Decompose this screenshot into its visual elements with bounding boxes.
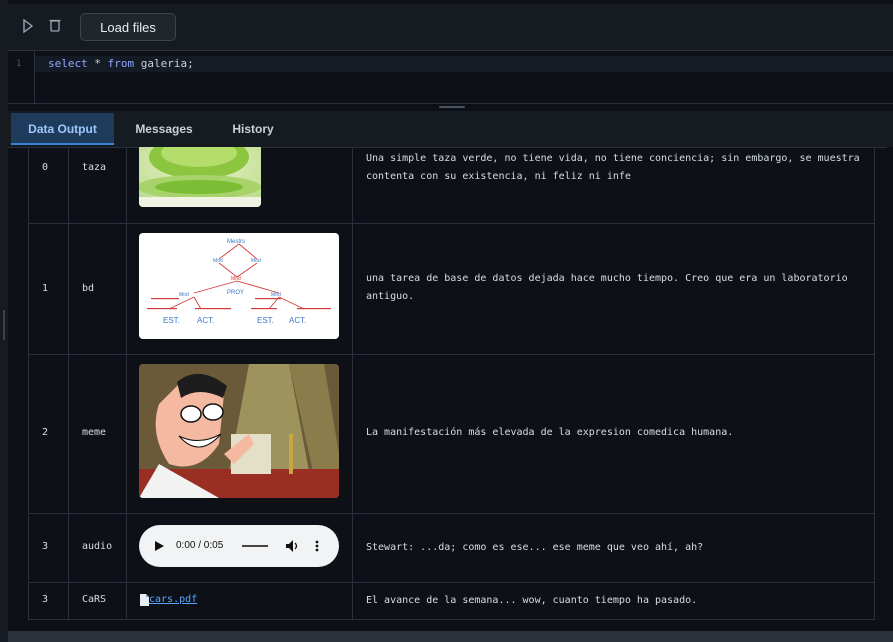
description-value: Una simple taza verde, no tiene vida, no… (366, 153, 860, 182)
name-value: taza (82, 162, 107, 173)
more-options-icon[interactable] (315, 540, 319, 552)
diagram-label: ACT. (289, 316, 306, 325)
line-gutter: 1 (8, 51, 35, 103)
vertical-scrollbar[interactable] (887, 147, 893, 631)
id-value: 2 (42, 427, 49, 438)
code-table: galeria; (134, 57, 194, 70)
diagram-label: EST. (257, 316, 274, 325)
diagram-label: Mod (271, 292, 281, 298)
name-cell: meme (69, 355, 127, 513)
load-files-button[interactable]: Load files (80, 13, 176, 41)
id-cell: 2 (29, 355, 69, 513)
cup-image[interactable] (139, 147, 261, 207)
tab-data-output[interactable]: Data Output (11, 113, 114, 145)
media-cell: Mestrs Mod Mod Mod PROY Mod Mod EST. ACT… (127, 224, 353, 354)
audio-time: 0:00 / 0:05 (176, 540, 224, 551)
name-cell: CaRS (69, 583, 127, 619)
sql-code[interactable]: select * from galeria; (48, 57, 194, 70)
name-value: CaRS (82, 594, 107, 605)
description-value: Stewart: ...da; como es ese... ese meme … (366, 542, 704, 553)
name-cell: bd (69, 224, 127, 354)
id-cell: 3 (29, 583, 69, 619)
description-cell: La manifestación más elevada de la expre… (353, 355, 874, 513)
results-tabs: Data Output Messages History (8, 111, 893, 148)
table-row: 1 bd Mestrs Mod Mod Mod PROY Mod Mod EST… (29, 224, 874, 355)
diagram-root-label: Mestrs (227, 239, 245, 245)
id-value: 3 (42, 594, 49, 605)
audio-progress[interactable] (242, 545, 268, 547)
sql-editor[interactable]: 1 select * from galeria; (8, 51, 893, 103)
name-cell: audio (69, 514, 127, 582)
diagram-label: Mod (231, 276, 241, 282)
description-value: El avance de la semana... wow, cuanto ti… (366, 595, 698, 606)
horizontal-scrollbar[interactable] (8, 631, 893, 642)
meme-image[interactable] (139, 364, 339, 498)
results-grid: 0 taza Una simple taza verde, no tiene v… (28, 147, 875, 620)
description-cell: Stewart: ...da; como es ese... ese meme … (353, 514, 874, 582)
table-row: 2 meme La manifestación más elevada de l… (29, 355, 874, 514)
id-cell: 1 (29, 224, 69, 354)
diagram-label: PROY (227, 290, 244, 296)
diagram-label: Mod (251, 258, 261, 264)
left-panel-edge (0, 0, 8, 642)
description-cell: una tarea de base de datos dejada hace m… (353, 224, 874, 354)
diagram-image[interactable]: Mestrs Mod Mod Mod PROY Mod Mod EST. ACT… (139, 233, 339, 339)
splitter-handle[interactable] (439, 106, 465, 108)
name-cell: taza (69, 147, 127, 223)
id-value: 3 (42, 541, 49, 552)
media-cell: cars.pdf (127, 583, 353, 619)
diagram-label: Mod (213, 258, 223, 264)
description-value: La manifestación más elevada de la expre… (366, 427, 734, 438)
line-number: 1 (16, 59, 22, 69)
keyword-select: select (48, 57, 88, 70)
query-toolbar: Load files (8, 4, 893, 51)
file-icon (140, 594, 149, 606)
table-row: 3 CaRS cars.pdf El avance de la semana..… (29, 583, 874, 620)
volume-icon[interactable] (286, 540, 300, 552)
table-row: 3 audio 0:00 / 0:05 Stewart: ...da; como… (29, 514, 874, 583)
description-cell: Una simple taza verde, no tiene vida, no… (353, 147, 874, 223)
diagram-label: ACT. (197, 316, 214, 325)
id-value: 1 (42, 283, 49, 294)
tab-messages[interactable]: Messages (124, 113, 204, 145)
tab-history[interactable]: History (218, 113, 288, 145)
play-icon[interactable] (155, 541, 164, 551)
app-frame: Load files 1 select * from galeria; Data… (0, 0, 893, 642)
id-cell: 3 (29, 514, 69, 582)
audio-player[interactable]: 0:00 / 0:05 (139, 525, 339, 567)
play-icon[interactable] (22, 19, 34, 33)
media-cell (127, 147, 353, 223)
media-cell (127, 355, 353, 513)
diagram-label: EST. (163, 316, 180, 325)
trash-icon[interactable] (49, 18, 61, 32)
table-row: 0 taza Una simple taza verde, no tiene v… (29, 147, 874, 224)
resize-grip[interactable] (3, 310, 5, 340)
name-value: audio (82, 541, 113, 552)
keyword-from: from (107, 57, 135, 70)
id-cell: 0 (29, 147, 69, 223)
id-value: 0 (42, 162, 49, 173)
diagram-label: Mod (179, 292, 189, 298)
pdf-link[interactable]: cars.pdf (149, 594, 197, 605)
code-star: * (87, 57, 108, 70)
media-cell: 0:00 / 0:05 (127, 514, 353, 582)
name-value: meme (82, 427, 107, 438)
name-value: bd (82, 283, 95, 294)
description-cell: El avance de la semana... wow, cuanto ti… (353, 583, 874, 619)
description-value: una tarea de base de datos dejada hace m… (366, 273, 848, 302)
